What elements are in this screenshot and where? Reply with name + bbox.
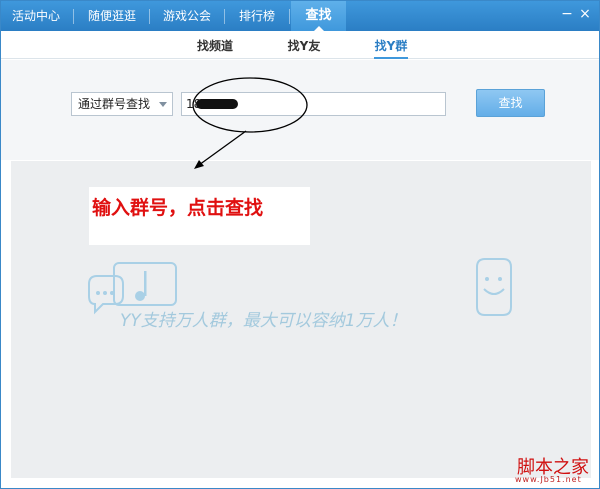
app-window: 活动中心 随便逛逛 游戏公会 排行榜 查找 − × 找频道 找Y友 找Y群 通过… bbox=[0, 0, 600, 489]
watermark-url: www.Jb51.net bbox=[515, 475, 582, 484]
banner-slogan: YY支持万人群，最大可以容纳1万人！ bbox=[120, 311, 407, 331]
banner-illustration bbox=[88, 258, 512, 316]
smiley-card-icon bbox=[476, 258, 512, 316]
